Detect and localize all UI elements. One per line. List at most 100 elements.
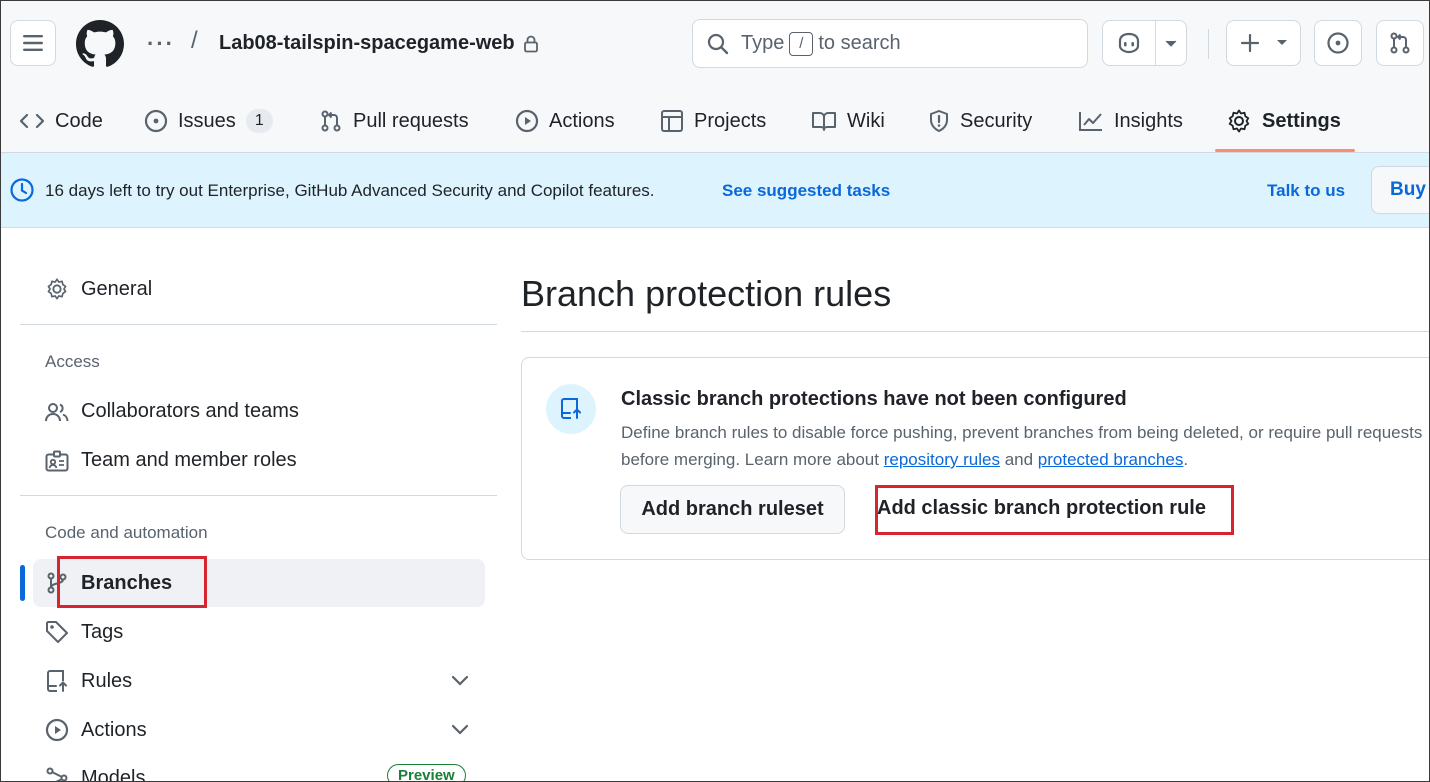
- breadcrumb-repo[interactable]: Lab08-tailspin-spacegame-web: [219, 32, 539, 55]
- tab-label: Security: [960, 109, 1033, 132]
- gear-icon: [1228, 109, 1250, 133]
- search-shortcut-key: /: [789, 31, 814, 56]
- tab-label: Projects: [694, 109, 767, 132]
- sidebar-item-label: Tags: [81, 620, 124, 643]
- sidebar-item-label: Models: [81, 766, 146, 782]
- add-branch-ruleset-button[interactable]: Add branch ruleset: [620, 485, 845, 534]
- sidebar-item-label: Collaborators and teams: [81, 400, 299, 422]
- sidebar-item-roles[interactable]: Team and member roles: [45, 449, 297, 472]
- tag-icon: [46, 621, 68, 643]
- tab-pull-requests[interactable]: Pull requests: [319, 89, 469, 153]
- active-tab-indicator: [1215, 149, 1355, 152]
- sidebar-item-models[interactable]: Models: [45, 766, 146, 782]
- tab-label: Actions: [549, 109, 615, 132]
- card-icon-circle: [546, 384, 596, 434]
- description-period: .: [1183, 450, 1189, 469]
- tab-settings[interactable]: Settings: [1226, 89, 1341, 153]
- see-suggested-tasks-link[interactable]: See suggested tasks: [722, 181, 890, 201]
- git-branch-icon: [47, 572, 67, 594]
- git-pull-request-icon: [1390, 32, 1410, 54]
- page-title: Branch protection rules: [521, 273, 892, 314]
- chevron-down-icon: [1165, 40, 1177, 47]
- empty-state-title: Classic branch protections have not been…: [621, 388, 1127, 410]
- issue-opened-icon: [1327, 32, 1349, 54]
- plus-icon: [1240, 33, 1259, 53]
- breadcrumb-ellipsis[interactable]: ···: [147, 31, 175, 57]
- tab-security[interactable]: Security: [928, 89, 1032, 153]
- tab-projects[interactable]: Projects: [660, 89, 766, 153]
- gear-icon: [47, 278, 67, 300]
- repo-push-icon: [47, 670, 67, 692]
- tab-actions[interactable]: Actions: [515, 89, 615, 153]
- protected-branches-link[interactable]: protected branches: [1038, 450, 1184, 469]
- banner-message: 16 days left to try out Enterprise, GitH…: [45, 181, 655, 200]
- sidebar-item-actions[interactable]: Actions: [45, 718, 147, 742]
- chevron-down-icon[interactable]: [451, 724, 469, 736]
- create-new-button[interactable]: [1226, 20, 1301, 66]
- tab-label: Settings: [1262, 109, 1341, 132]
- issues-button[interactable]: [1314, 20, 1362, 66]
- book-icon: [812, 112, 836, 131]
- sidebar-item-branches[interactable]: Branches: [45, 571, 172, 595]
- copilot-icon: [1118, 32, 1140, 54]
- sidebar-item-label: Rules: [81, 669, 133, 692]
- tab-wiki[interactable]: Wiki: [811, 89, 885, 153]
- tab-label: Wiki: [847, 109, 885, 132]
- preview-badge: Preview: [387, 764, 466, 781]
- tab-label: Code: [55, 109, 103, 132]
- sidebar-item-label: Team and member roles: [81, 449, 297, 471]
- issues-count-badge: 1: [245, 109, 273, 133]
- chevron-down-icon: [1276, 40, 1287, 45]
- hamburger-icon: [23, 35, 43, 51]
- git-pull-request-icon: [321, 110, 341, 132]
- tab-insights[interactable]: Insights: [1078, 89, 1183, 153]
- search-input[interactable]: Type / to search: [692, 19, 1088, 68]
- sidebar-item-general[interactable]: General: [45, 277, 152, 301]
- tab-code[interactable]: Code: [19, 89, 103, 153]
- search-placeholder-suffix: to search: [818, 32, 901, 54]
- buy-button[interactable]: Buy: [1371, 166, 1429, 214]
- repo-push-icon: [561, 398, 581, 419]
- talk-to-us-link[interactable]: Talk to us: [1267, 181, 1345, 201]
- github-logo-icon[interactable]: [76, 20, 124, 68]
- repository-rules-link[interactable]: repository rules: [884, 450, 1000, 469]
- table-icon: [661, 110, 683, 132]
- sidebar-divider: [20, 324, 497, 325]
- issue-opened-icon: [144, 109, 168, 133]
- models-icon: [46, 767, 68, 781]
- clock-icon: [10, 178, 34, 202]
- id-badge-icon: [45, 450, 69, 471]
- sidebar-item-label: Actions: [81, 718, 147, 741]
- chevron-down-icon[interactable]: [451, 675, 469, 687]
- copilot-divider: [1155, 21, 1156, 65]
- sidebar-active-indicator: [20, 565, 25, 601]
- sidebar-heading-access: Access: [45, 352, 100, 371]
- header-separator: [1208, 29, 1209, 59]
- sidebar-item-label: Branches: [81, 571, 173, 594]
- people-icon: [45, 402, 69, 421]
- sidebar-item-tags[interactable]: Tags: [45, 620, 123, 644]
- shield-icon: [930, 110, 948, 132]
- sidebar-item-rules[interactable]: Rules: [45, 669, 132, 693]
- search-placeholder-prefix: Type: [741, 32, 785, 54]
- breadcrumb-separator: /: [191, 27, 198, 54]
- tab-issues[interactable]: Issues 1: [144, 89, 273, 153]
- title-divider: [521, 331, 1429, 332]
- empty-state-description: Define branch rules to disable force pus…: [621, 419, 1426, 473]
- tab-label: Issues: [178, 109, 236, 132]
- copilot-button[interactable]: [1102, 20, 1187, 66]
- description-and: and: [1004, 450, 1034, 469]
- menu-button[interactable]: [10, 20, 56, 66]
- browser-page: ··· / Lab08-tailspin-spacegame-web Type …: [0, 0, 1430, 782]
- lock-icon: [523, 35, 538, 52]
- graph-icon: [1079, 112, 1102, 131]
- repo-name[interactable]: Lab08-tailspin-spacegame-web: [219, 32, 515, 55]
- code-icon: [19, 113, 45, 129]
- add-classic-branch-protection-rule-button[interactable]: Add classic branch protection rule: [877, 497, 1206, 520]
- sidebar-item-collaborators[interactable]: Collaborators and teams: [45, 400, 299, 423]
- sidebar-divider: [20, 495, 497, 496]
- tab-label: Pull requests: [353, 109, 469, 132]
- pull-requests-button[interactable]: [1376, 20, 1424, 66]
- search-icon: [707, 33, 729, 54]
- sidebar-heading-code-automation: Code and automation: [45, 523, 208, 542]
